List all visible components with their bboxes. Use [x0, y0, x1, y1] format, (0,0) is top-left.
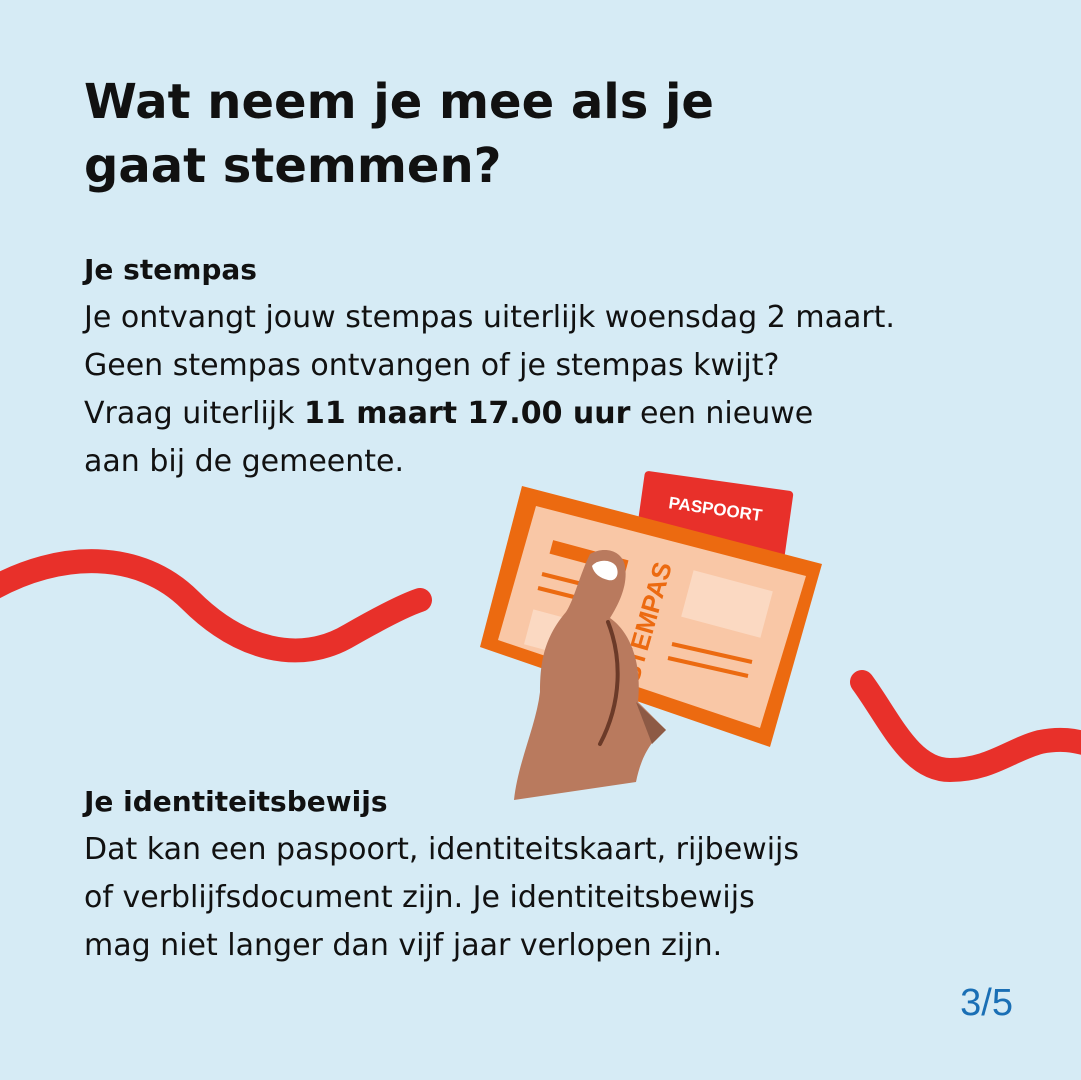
- wave-left-decoration: [0, 549, 432, 663]
- identity-heading: Je identiteitsbewijs: [84, 785, 388, 818]
- identity-text-line-1: Dat kan een paspoort, identiteitskaart, …: [84, 832, 800, 867]
- title-line-2: gaat stemmen?: [84, 138, 502, 194]
- stempas-text-line-3: Vraag uiterlijk 11 maart 17.00 uur een n…: [84, 390, 1024, 438]
- page-title: Wat neem je mee als je gaat stemmen?: [84, 70, 784, 198]
- stempas-text-line-1: Je ontvangt jouw stempas uiterlijk woens…: [84, 300, 895, 335]
- stempas-text-line-2: Geen stempas ontvangen of je stempas kwi…: [84, 348, 780, 383]
- hand-holding-stempas-illustration: PASPOORT STEMPAS: [480, 471, 822, 800]
- stempas-deadline-prefix: Vraag uiterlijk: [84, 396, 305, 431]
- stempas-deadline: 11 maart 17.00 uur: [304, 396, 631, 431]
- identity-section: Je identiteitsbewijs Dat kan een paspoor…: [84, 778, 1024, 970]
- identity-text-line-2: of verblijfsdocument zijn. Je identiteit…: [84, 880, 755, 915]
- title-line-1: Wat neem je mee als je: [84, 74, 714, 130]
- page-indicator: 3/5: [960, 982, 1013, 1024]
- stempas-heading: Je stempas: [84, 253, 257, 286]
- stempas-deadline-suffix: een nieuwe: [630, 396, 814, 431]
- stempas-section: Je stempas Je ontvangt jouw stempas uite…: [84, 246, 1024, 486]
- identity-text-line-3: mag niet langer dan vijf jaar verlopen z…: [84, 928, 723, 963]
